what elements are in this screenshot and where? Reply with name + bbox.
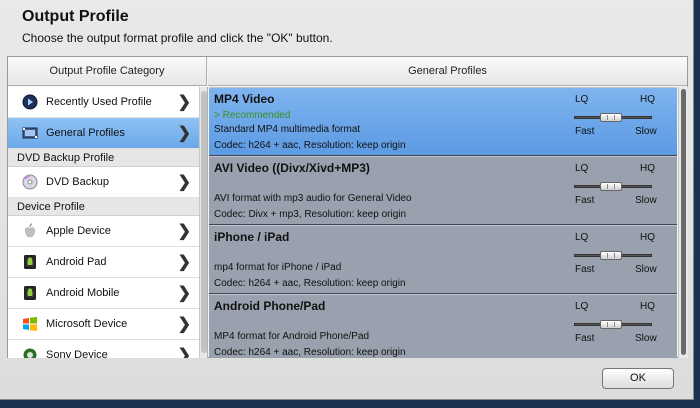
ok-button[interactable]: OK — [602, 368, 674, 389]
quality-slider[interactable] — [574, 251, 652, 260]
fast-label: Fast — [575, 264, 595, 275]
group-header-dvd: DVD Backup Profile — [8, 149, 199, 167]
dialog-title: Output Profile — [22, 8, 129, 25]
category-item-general-profiles[interactable]: General Profiles ❯ — [8, 118, 199, 149]
chevron-right-icon: ❯ — [177, 285, 191, 302]
recommended-label: > Recommended — [214, 110, 291, 121]
profile-name: AVI Video ((Divx/Xivd+MP3) — [214, 161, 370, 175]
chevron-right-icon: ❯ — [177, 254, 191, 271]
chevron-right-icon: ❯ — [177, 347, 191, 358]
dvd-icon — [22, 174, 38, 190]
slow-label: Slow — [635, 195, 657, 206]
profile-scrollbar[interactable] — [678, 87, 688, 358]
category-item-android-pad[interactable]: Android Pad ❯ — [8, 247, 199, 278]
category-label: Apple Device — [46, 225, 111, 237]
profiles-column-header: General Profiles — [208, 57, 687, 86]
category-label: Microsoft Device — [46, 318, 128, 330]
category-label: Android Mobile — [46, 287, 120, 299]
fast-label: Fast — [575, 195, 595, 206]
profile-name: MP4 Video — [214, 92, 275, 106]
recent-icon — [22, 94, 38, 110]
profile-list: MP4 Video > Recommended Standard MP4 multi… — [209, 87, 677, 358]
lq-label: LQ — [575, 301, 589, 312]
android-icon — [22, 285, 38, 301]
profile-description: Standard MP4 multimedia format — [214, 124, 361, 135]
quality-slider[interactable] — [574, 113, 652, 122]
slow-label: Slow — [635, 126, 657, 137]
hq-label: HQ — [640, 232, 655, 243]
output-profile-dialog: Output Profile Choose the output format … — [0, 0, 694, 400]
general-profiles-icon — [22, 125, 38, 141]
category-item-recently-used-profile[interactable]: Recently Used Profile ❯ — [8, 87, 199, 118]
category-column-header: Output Profile Category — [8, 57, 207, 86]
android-icon — [22, 254, 38, 270]
lq-label: LQ — [575, 94, 589, 105]
profile-row[interactable]: AVI Video ((Divx/Xivd+MP3) AVI format wit… — [209, 156, 677, 225]
profile-name: Android Phone/Pad — [214, 299, 326, 313]
category-item-android-mobile[interactable]: Android Mobile ❯ — [8, 278, 199, 309]
profile-scroll-thumb[interactable] — [681, 89, 686, 355]
quality-slider[interactable] — [574, 182, 652, 191]
category-item-sony-device[interactable]: Sony Device ❯ — [8, 340, 199, 358]
lq-label: LQ — [575, 232, 589, 243]
chevron-right-icon: ❯ — [177, 174, 191, 191]
hq-label: HQ — [640, 301, 655, 312]
chevron-right-icon: ❯ — [177, 223, 191, 240]
slider-knob[interactable] — [600, 251, 622, 260]
apple-icon — [22, 223, 38, 239]
category-label: Android Pad — [46, 256, 107, 268]
chevron-right-icon: ❯ — [177, 94, 191, 111]
profile-description: mp4 format for iPhone / iPad — [214, 262, 342, 273]
dialog-subtitle: Choose the output format profile and cli… — [22, 31, 333, 45]
windows-icon — [22, 316, 38, 332]
category-label: General Profiles — [46, 127, 125, 139]
category-item-apple-device[interactable]: Apple Device ❯ — [8, 216, 199, 247]
slow-label: Slow — [635, 264, 657, 275]
profile-description: MP4 format for Android Phone/Pad — [214, 331, 370, 342]
category-label: DVD Backup — [46, 176, 109, 188]
profile-row[interactable]: MP4 Video > Recommended Standard MP4 multi… — [209, 87, 677, 156]
group-header-device: Device Profile — [8, 198, 199, 216]
fast-label: Fast — [575, 126, 595, 137]
category-scrollbar[interactable] — [199, 87, 208, 358]
profile-codec: Codec: Divx + mp3, Resolution: keep orig… — [214, 209, 407, 220]
app-window: Output Profile Choose the output format … — [0, 0, 700, 408]
category-list: Recently Used Profile ❯ General Profiles ❯ D… — [8, 87, 199, 358]
profile-codec: Codec: h264 + aac, Resolution: keep orig… — [214, 347, 406, 358]
profile-row[interactable]: iPhone / iPad mp4 format for iPhone / iPa… — [209, 225, 677, 294]
profile-row[interactable]: Android Phone/Pad MP4 format for Android … — [209, 294, 677, 358]
category-scroll-thumb[interactable] — [201, 91, 207, 353]
profile-codec: Codec: h264 + aac, Resolution: keep orig… — [214, 278, 406, 289]
lq-label: LQ — [575, 163, 589, 174]
profile-panel: Output Profile Category General Profiles… — [7, 56, 688, 358]
slider-knob[interactable] — [600, 113, 622, 122]
hq-label: HQ — [640, 163, 655, 174]
category-item-dvd-backup[interactable]: DVD Backup ❯ — [8, 167, 199, 198]
chevron-right-icon: ❯ — [177, 125, 191, 142]
profile-name: iPhone / iPad — [214, 230, 290, 244]
category-label: Sony Device — [46, 349, 108, 358]
slow-label: Slow — [635, 333, 657, 344]
sony-icon — [22, 347, 38, 358]
slider-knob[interactable] — [600, 320, 622, 329]
slider-knob[interactable] — [600, 182, 622, 191]
profile-codec: Codec: h264 + aac, Resolution: keep orig… — [214, 140, 406, 151]
category-item-microsoft-device[interactable]: Microsoft Device ❯ — [8, 309, 199, 340]
hq-label: HQ — [640, 94, 655, 105]
fast-label: Fast — [575, 333, 595, 344]
chevron-right-icon: ❯ — [177, 316, 191, 333]
quality-slider[interactable] — [574, 320, 652, 329]
profile-description: AVI format with mp3 audio for General Vi… — [214, 193, 412, 204]
category-label: Recently Used Profile — [46, 96, 152, 108]
